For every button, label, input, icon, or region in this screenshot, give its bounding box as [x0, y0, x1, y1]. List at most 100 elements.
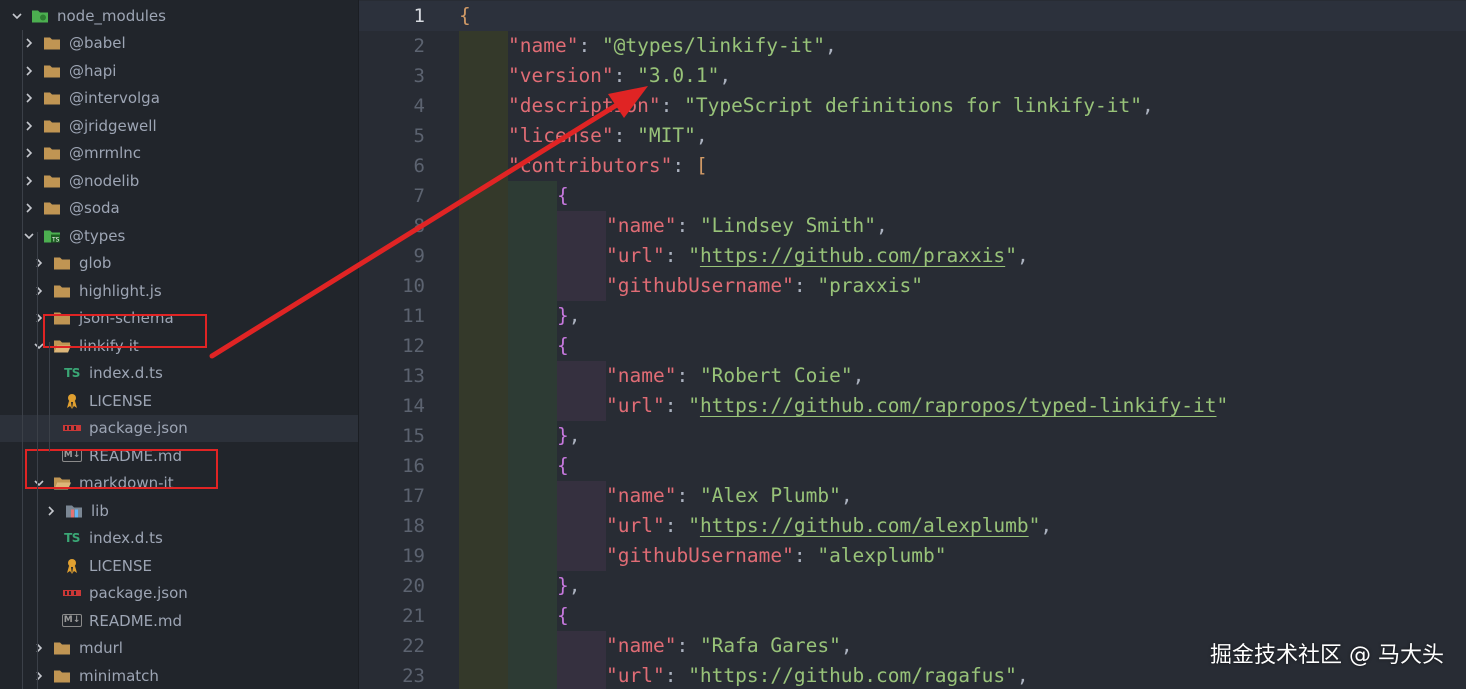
tree-item-label: node_modules — [57, 6, 166, 25]
tree-item[interactable]: TS index.d.ts — [0, 360, 358, 387]
code-line[interactable]: { — [557, 181, 569, 211]
tree-item[interactable]: lib — [0, 497, 358, 524]
punctuation: : — [793, 274, 818, 297]
indent-rainbow-band — [557, 631, 606, 661]
json-key: "version" — [508, 64, 614, 87]
chevron-right-icon[interactable] — [22, 174, 36, 188]
code-line[interactable]: "license": "MIT", — [508, 121, 708, 151]
line-number: 8 — [413, 215, 425, 237]
chevron-right-icon[interactable] — [32, 669, 46, 683]
tree-item[interactable]: package.json — [0, 414, 358, 442]
tree-item[interactable]: node_modules — [0, 2, 358, 29]
json-key: "url" — [606, 244, 665, 267]
code-line[interactable]: "description": "TypeScript definitions f… — [508, 91, 1154, 121]
tree-item[interactable]: @mrmlnc — [0, 140, 358, 167]
code-line[interactable]: "version": "3.0.1", — [508, 61, 731, 91]
tree-item-label: LICENSE — [89, 391, 152, 410]
indent-rainbow-band — [557, 661, 606, 689]
code-line[interactable]: { — [557, 601, 569, 631]
url-link[interactable]: https://github.com/rapropos/typed-linkif… — [700, 394, 1217, 417]
code-line[interactable]: "url": "https://github.com/alexplumb", — [606, 511, 1052, 541]
tree-item[interactable]: @jridgewell — [0, 112, 358, 139]
indent-rainbow-band — [459, 271, 508, 301]
indent-rainbow-band — [557, 211, 606, 241]
code-line[interactable]: "url": "https://github.com/rapropos/type… — [606, 391, 1228, 421]
tree-item[interactable]: LICENSE — [0, 552, 358, 579]
tree-item[interactable]: LICENSE — [0, 387, 358, 414]
typescript-file-icon: TS — [64, 531, 80, 545]
code-line[interactable]: }, — [557, 571, 581, 601]
code-line[interactable]: "name": "@types/linkify-it", — [508, 31, 837, 61]
line-number: 5 — [413, 125, 425, 147]
url-link[interactable]: https://github.com/alexplumb — [700, 514, 1029, 537]
punctuation: : — [660, 94, 685, 117]
indent-rainbow-band — [508, 601, 557, 631]
tree-item-label: package.json — [89, 419, 188, 437]
indent-rainbow-band — [459, 571, 508, 601]
chevron-right-icon[interactable] — [22, 146, 36, 160]
code-line[interactable]: "githubUsername": "alexplumb" — [606, 541, 946, 571]
json-key: "name" — [606, 214, 677, 237]
tree-item[interactable]: minimatch — [0, 662, 358, 689]
chevron-down-icon[interactable] — [22, 229, 36, 243]
chevron-right-icon[interactable] — [22, 201, 36, 215]
tree-item[interactable]: @soda — [0, 195, 358, 222]
chevron-right-icon[interactable] — [22, 91, 36, 105]
code-line[interactable]: "name": "Robert Coie", — [606, 361, 864, 391]
chevron-right-icon[interactable] — [32, 256, 46, 270]
indent-rainbow-band — [459, 301, 508, 331]
tree-item[interactable]: mdurl — [0, 635, 358, 662]
tree-item[interactable]: @intervolga — [0, 85, 358, 112]
code-line[interactable]: "url": "https://github.com/ragafus", — [606, 661, 1029, 689]
tree-item[interactable]: package.json — [0, 580, 358, 607]
code-line[interactable]: "githubUsername": "praxxis" — [606, 271, 923, 301]
tree-item[interactable]: @babel — [0, 30, 358, 57]
chevron-right-icon[interactable] — [32, 641, 46, 655]
punctuation: : — [672, 154, 696, 177]
folder-icon — [52, 283, 72, 299]
json-string: "@types/linkify-it" — [601, 34, 825, 57]
line-number: 21 — [402, 605, 425, 627]
tree-item[interactable]: TS @types — [0, 222, 358, 249]
code-line[interactable]: "url": "https://github.com/praxxis", — [606, 241, 1029, 271]
indent-rainbow-band — [459, 91, 508, 121]
tree-item-label: glob — [79, 254, 112, 272]
tree-item[interactable]: TS index.d.ts — [0, 525, 358, 552]
tree-item[interactable]: glob — [0, 250, 358, 277]
tree-item[interactable]: M↓ README.md — [0, 607, 358, 634]
chevron-right-icon[interactable] — [44, 504, 58, 518]
npm-icon — [62, 420, 82, 436]
tree-item-label: mdurl — [79, 639, 123, 657]
code-line[interactable]: "name": "Lindsey Smith", — [606, 211, 888, 241]
line-number: 2 — [413, 35, 425, 57]
punctuation: { — [557, 454, 569, 477]
code-line[interactable]: }, — [557, 301, 581, 331]
code-editor[interactable]: 1 2 3 4 5 6 7 8 9 10 11 12 13 14 15 16 17 18 19 20 21 22 23 {"… — [359, 0, 1466, 689]
chevron-right-icon[interactable] — [22, 36, 36, 50]
json-string: "Alex Plumb" — [699, 484, 841, 507]
json-key: "name" — [508, 34, 579, 57]
code-line[interactable]: { — [557, 331, 569, 361]
json-string: "https://github.com/ragafus" — [688, 664, 1017, 687]
code-line[interactable]: "name": "Rafa Gares", — [606, 631, 853, 661]
tree-item[interactable]: @hapi — [0, 57, 358, 84]
tree-item[interactable]: highlight.js — [0, 277, 358, 304]
line-number: 12 — [402, 335, 425, 357]
chevron-right-icon[interactable] — [32, 284, 46, 298]
indent-rainbow-band — [508, 631, 557, 661]
chevron-right-icon[interactable] — [22, 119, 36, 133]
tree-item[interactable]: @nodelib — [0, 167, 358, 194]
indent-rainbow-band — [508, 331, 557, 361]
chevron-down-icon[interactable] — [10, 9, 24, 23]
code-line[interactable]: { — [557, 451, 569, 481]
code-line[interactable]: "name": "Alex Plumb", — [606, 481, 853, 511]
line-number: 15 — [402, 425, 425, 447]
code-line[interactable]: "contributors": [ — [508, 151, 708, 181]
tree-item-label: LICENSE — [89, 556, 152, 575]
highlight-box-markdown-it — [25, 449, 218, 489]
indent-rainbow-band — [508, 361, 557, 391]
code-line[interactable]: }, — [557, 421, 581, 451]
code-line[interactable]: { — [459, 1, 471, 31]
chevron-right-icon[interactable] — [22, 64, 36, 78]
url-link[interactable]: https://github.com/praxxis — [700, 244, 1005, 267]
